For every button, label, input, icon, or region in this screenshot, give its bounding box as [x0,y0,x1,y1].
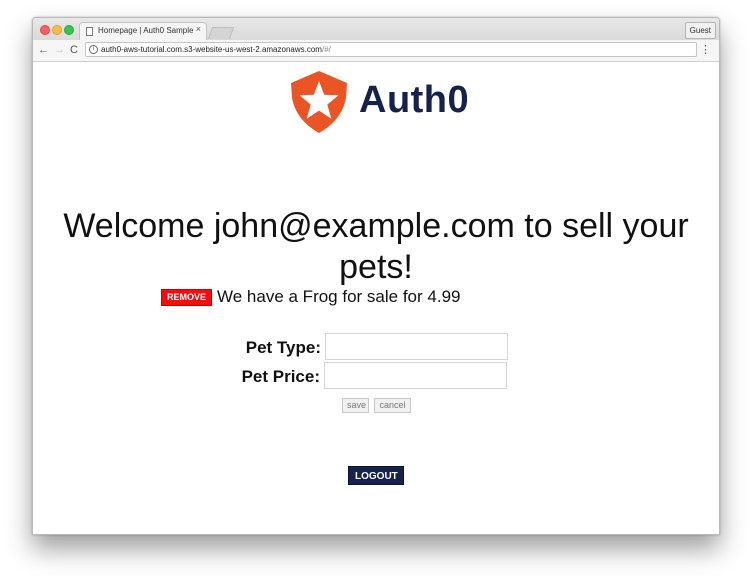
browser-tab[interactable]: Homepage | Auth0 Sample × [79,22,207,40]
browser-window: Homepage | Auth0 Sample × Guest ← → C i … [32,17,720,535]
new-tab-button[interactable] [207,27,235,39]
pet-listing-text: We have a Frog for sale for 4.99 [217,287,461,306]
info-icon[interactable]: i [89,45,98,54]
forward-arrow-icon[interactable]: → [54,44,65,56]
welcome-heading: Welcome john@example.com to sell your pe… [63,206,689,286]
logout-button[interactable]: LOGOUT [348,466,404,485]
maximize-window-icon[interactable] [64,25,74,35]
profile-button[interactable]: Guest [684,22,716,39]
reload-icon[interactable]: C [70,44,78,56]
close-window-icon[interactable] [40,25,50,35]
remove-button[interactable]: REMOVE [161,289,212,306]
pet-type-input[interactable] [325,333,508,360]
pet-price-input[interactable] [324,362,507,389]
auth0-logo-icon [291,71,347,133]
save-button[interactable]: save [342,398,369,413]
cancel-button[interactable]: cancel [374,398,411,413]
pet-type-label: Pet Type: [245,338,321,357]
address-bar[interactable]: i auth0-aws-tutorial.com.s3-website-us-w… [85,42,697,57]
url-text: auth0-aws-tutorial.com.s3-website-us-wes… [101,45,331,54]
title-bar: Homepage | Auth0 Sample × Guest [33,18,719,40]
browser-menu-icon[interactable]: ⋮ [700,44,711,56]
url-host: auth0-aws-tutorial.com.s3-website-us-wes… [101,45,322,54]
browser-toolbar: ← → C i auth0-aws-tutorial.com.s3-websit… [33,40,719,62]
document-icon [86,27,93,36]
url-path: /#/ [321,45,331,54]
tab-close-icon[interactable]: × [196,25,201,34]
minimize-window-icon[interactable] [52,25,62,35]
page-content: Auth0 Welcome john@example.com to sell y… [33,62,719,534]
pet-price-label: Pet Price: [241,367,320,386]
back-arrow-icon[interactable]: ← [38,44,49,56]
tab-title: Homepage | Auth0 Sample [98,26,194,35]
auth0-logo-text: Auth0 [359,79,470,121]
